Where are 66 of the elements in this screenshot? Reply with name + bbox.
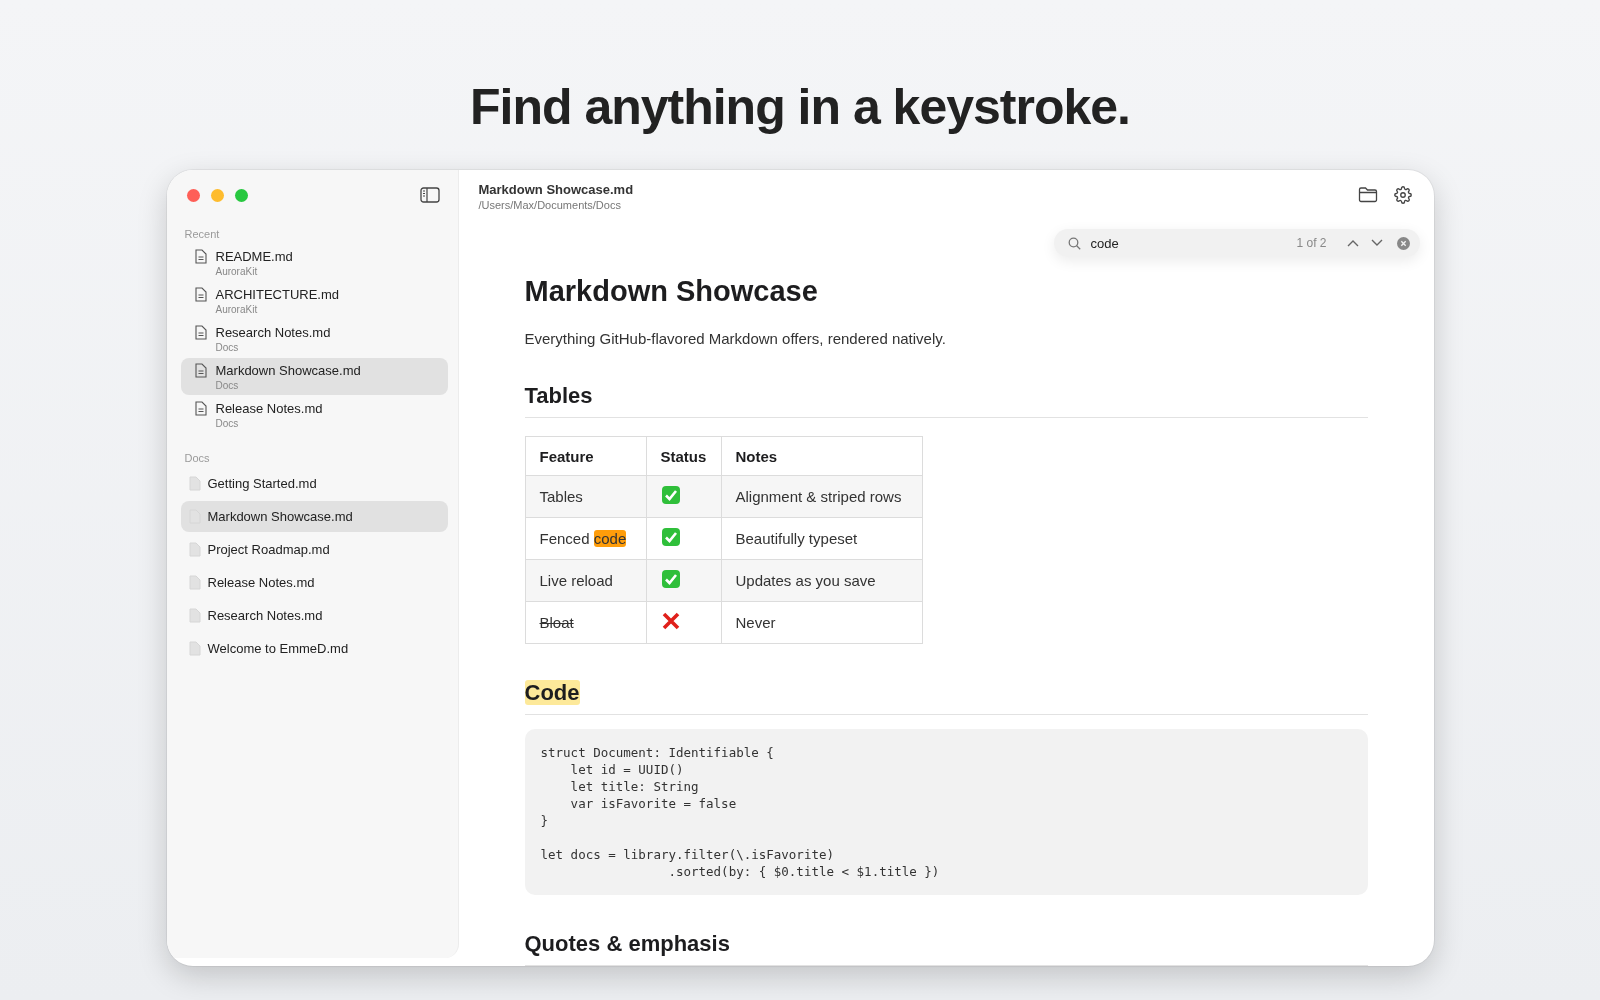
cell-text: Tables (539, 488, 583, 505)
code-block: struct Document: Identifiable { let id = UUID() let title: String var isFavorite = false } let docs = library.filter(\.isFavorite) .sorted(by: { $0.title < $1.title }) (524, 729, 1368, 895)
search-match: code (593, 530, 627, 547)
search-icon (1067, 236, 1081, 250)
table-cell: Updates as you save (721, 559, 922, 602)
file-name: Release Notes.md (215, 400, 323, 417)
sidebar-item[interactable]: Markdown Showcase.md Docs (180, 358, 448, 395)
file-name: Markdown Showcase.md (207, 508, 353, 525)
section-label: Recent (184, 228, 221, 240)
file-name: Welcome to EmmeD.md (207, 640, 349, 657)
sidebar-item[interactable]: Research Notes.md (180, 600, 448, 631)
section-heading: Code (524, 680, 580, 705)
sidebar-item[interactable]: Release Notes.md (180, 567, 448, 598)
file-name: Markdown Showcase.md (215, 362, 361, 379)
sidebar-item[interactable]: Welcome to EmmeD.md (180, 633, 448, 664)
file-name: README.md (215, 248, 293, 265)
clear-icon[interactable] (1396, 236, 1410, 250)
cell-text: Fenced (539, 530, 590, 547)
section-label: Docs (184, 452, 211, 464)
folder-name: Docs (215, 341, 240, 354)
document-icon (188, 608, 201, 623)
column-header: Notes (721, 436, 922, 476)
file-name: Getting Started.md (207, 475, 317, 492)
file-name: Release Notes.md (207, 574, 315, 591)
document-heading: Markdown Showcase (524, 275, 819, 308)
section-heading: Quotes & emphasis (524, 931, 730, 956)
sidebar-item[interactable]: README.md AuroraKit (180, 244, 448, 281)
sidebar-item[interactable]: Markdown Showcase.md (180, 501, 448, 532)
document-icon (188, 476, 201, 491)
column-header: Feature (525, 436, 646, 476)
sidebar-item[interactable]: ARCHITECTURE.md AuroraKit (180, 282, 448, 319)
match-count: 1 of 2 (1296, 236, 1327, 250)
headline: Find anything in a keystroke. (469, 78, 1130, 137)
table-cell: Never (721, 601, 922, 644)
sidebar-item[interactable]: Getting Started.md (180, 468, 448, 499)
file-name: Project Roadmap.md (207, 541, 330, 558)
sidebar-item[interactable]: Project Roadmap.md (180, 534, 448, 565)
document-icon (194, 401, 207, 416)
cell-text: Live reload (539, 572, 613, 589)
paragraph: Everything GitHub-flavored Markdown offers, rendered natively. (524, 330, 947, 347)
document-icon (188, 542, 201, 557)
document-icon (194, 325, 207, 340)
cell-text: Bloat (539, 614, 574, 631)
search-field[interactable]: code 1 of 2 (1053, 229, 1420, 257)
sidebar-item[interactable]: Research Notes.md Docs (180, 320, 448, 357)
folder-name: Docs (215, 417, 240, 430)
document-icon (188, 575, 201, 590)
folder-name: Docs (215, 379, 240, 392)
document-icon (194, 363, 207, 378)
file-name: Research Notes.md (215, 324, 331, 341)
folder-name: AuroraKit (215, 265, 259, 278)
column-header: Status (646, 436, 721, 476)
file-name: ARCHITECTURE.md (215, 286, 339, 303)
document-icon (188, 641, 201, 656)
folder-name: AuroraKit (215, 303, 259, 316)
table-cell: Alignment & striped rows (721, 475, 922, 518)
document-icon (194, 287, 207, 302)
document-title: Markdown Showcase.md (478, 182, 634, 197)
file-name: Research Notes.md (207, 607, 323, 624)
section-heading: Tables (524, 383, 593, 408)
document-path: /Users/Max/Documents/Docs (478, 199, 622, 211)
document-icon (194, 249, 207, 264)
sidebar-item[interactable]: Release Notes.md Docs (180, 396, 448, 433)
window-close-button[interactable] (186, 188, 200, 202)
table-cell: Beautifully typeset (721, 517, 922, 560)
search-input[interactable]: code (1088, 234, 1289, 252)
